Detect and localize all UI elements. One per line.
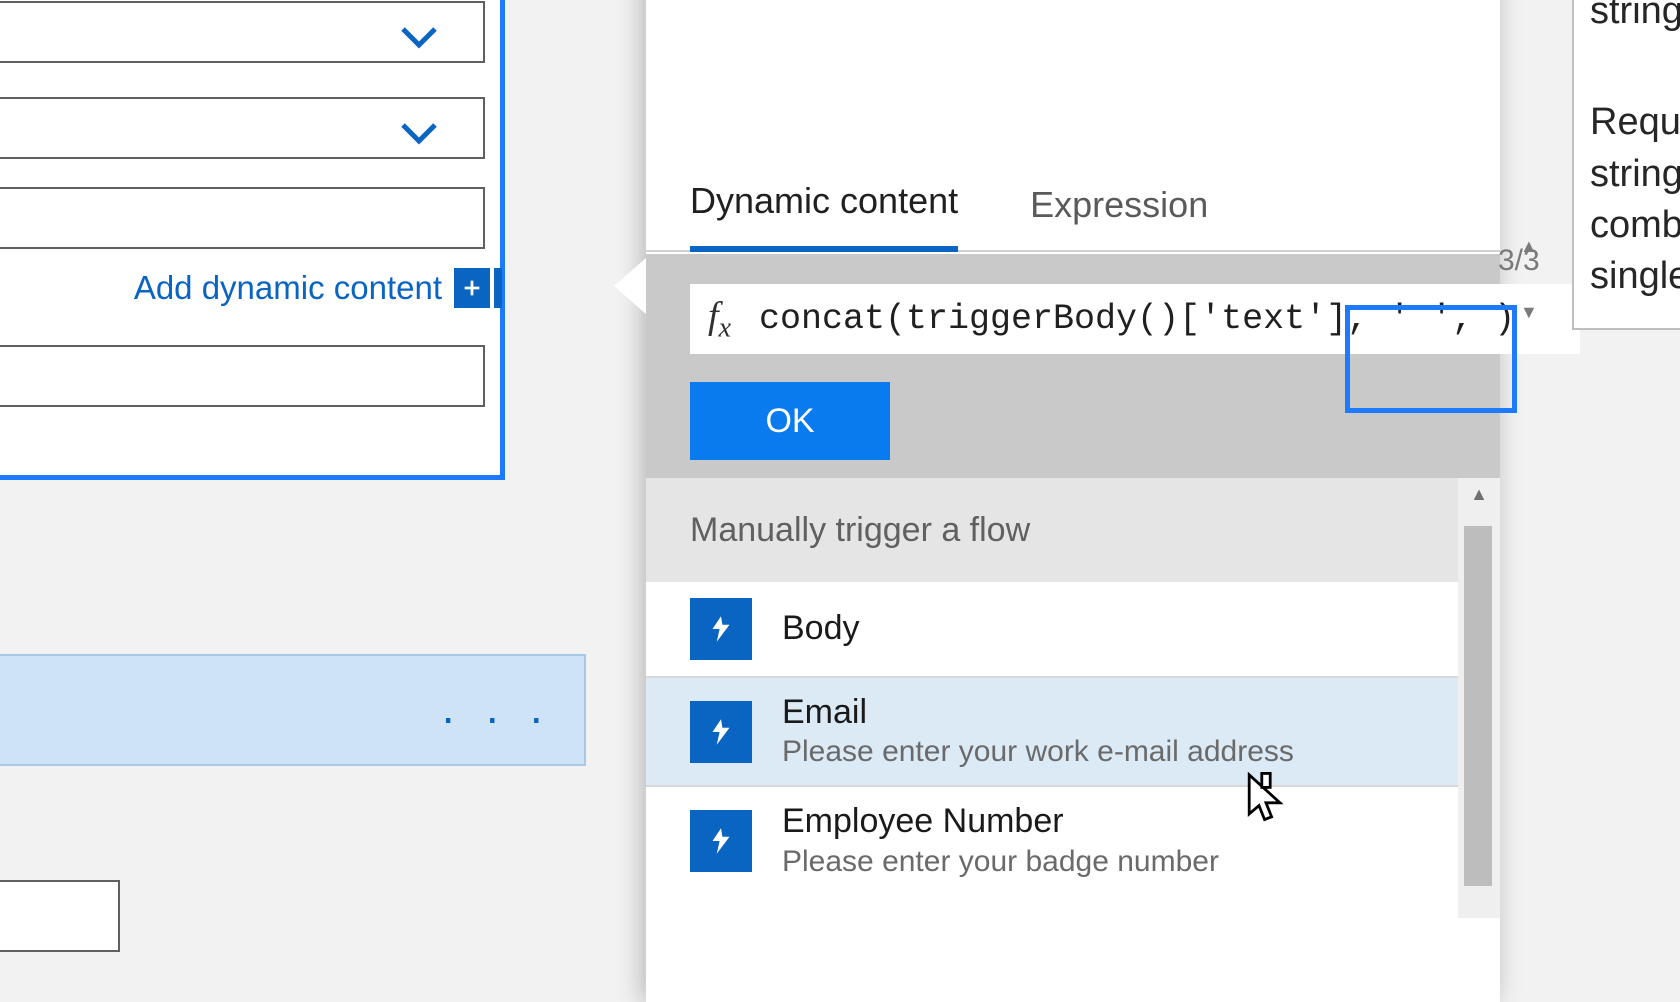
- item-title: Employee Number: [782, 803, 1219, 840]
- scroll-thumb[interactable]: [1464, 526, 1492, 886]
- expression-input[interactable]: fx concat(triggerBody()['text'], ' ', ): [690, 284, 1580, 354]
- text-field-1[interactable]: [0, 187, 485, 249]
- item-subtitle: Please enter your badge number: [782, 845, 1219, 879]
- ok-button[interactable]: OK: [690, 382, 890, 460]
- pager-count: 3/3: [1498, 244, 1540, 278]
- action-card: [0, 0, 505, 480]
- expression-text: concat(triggerBody()['text'], ' ', ): [759, 299, 1515, 339]
- list-item[interactable]: Employee Number Please enter your badge …: [646, 787, 1458, 894]
- chevron-down-icon: [395, 109, 443, 162]
- item-title: Email: [782, 694, 1294, 731]
- dynamic-content-list: Body Email Please enter your work e-mail…: [646, 582, 1458, 895]
- trigger-icon: [690, 810, 752, 872]
- list-item[interactable]: Body: [646, 582, 1458, 678]
- fx-icon: fx: [708, 294, 731, 345]
- plus-icon: [454, 268, 490, 308]
- item-title: Body: [782, 610, 860, 647]
- expression-bar: fx concat(triggerBody()['text'], ' ', ) …: [646, 254, 1500, 478]
- trigger-icon: [690, 701, 752, 763]
- more-icon[interactable]: · · ·: [440, 690, 552, 744]
- tab-expression[interactable]: Expression: [1030, 184, 1208, 250]
- text-field-2[interactable]: [0, 345, 485, 407]
- popup-tabs: Dynamic content Expression: [646, 142, 1500, 252]
- dynamic-content-popup: Dynamic content Expression fx concat(tri…: [646, 0, 1500, 1002]
- trigger-icon: [690, 598, 752, 660]
- scroll-up-icon[interactable]: ▲: [1458, 478, 1500, 510]
- popup-pointer: [614, 258, 646, 314]
- function-tooltip: string Required. string combined single: [1572, 0, 1680, 330]
- pager-down-icon[interactable]: ▼: [1520, 302, 1538, 323]
- chevron-down-icon: [395, 13, 443, 66]
- tooltip-line1: string: [1590, 0, 1680, 37]
- item-subtitle: Please enter your work e-mail address: [782, 735, 1294, 769]
- tab-dynamic-content[interactable]: Dynamic content: [690, 180, 958, 252]
- step-header[interactable]: · · ·: [0, 654, 586, 766]
- section-header: Manually trigger a flow: [646, 478, 1500, 582]
- add-bar: [494, 268, 502, 308]
- dropdown-field-1[interactable]: [0, 1, 485, 63]
- add-dynamic-content-label: Add dynamic content: [134, 269, 442, 307]
- tooltip-line2: Required. string combined single: [1590, 97, 1680, 302]
- dropdown-field-2[interactable]: [0, 97, 485, 159]
- list-item[interactable]: Email Please enter your work e-mail addr…: [646, 678, 1458, 787]
- add-dynamic-content-link[interactable]: Add dynamic content: [0, 268, 502, 308]
- input-partial[interactable]: e: [0, 880, 120, 952]
- scrollbar[interactable]: ▲: [1458, 478, 1500, 918]
